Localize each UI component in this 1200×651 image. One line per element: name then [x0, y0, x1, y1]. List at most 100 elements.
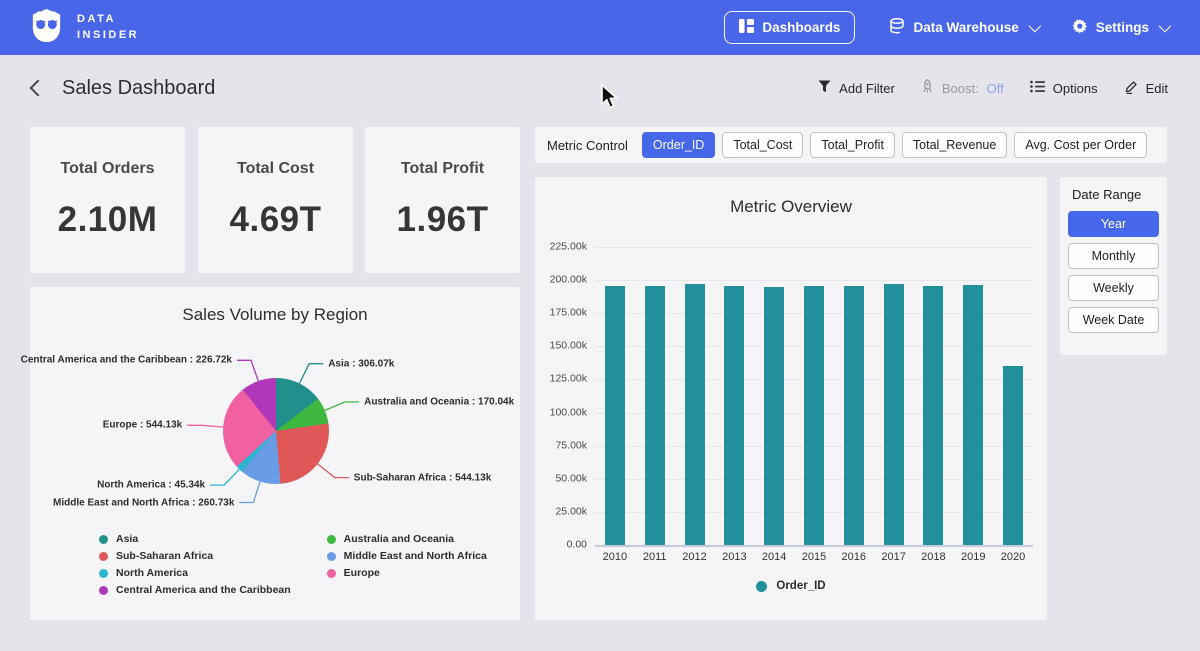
pie-slice-label-europe: Europe : 544.13k: [103, 420, 182, 431]
x-axis-tick: 2012: [675, 551, 715, 563]
bar-legend-dot: [756, 581, 767, 592]
metric-button-total-cost[interactable]: Total_Cost: [722, 132, 803, 158]
date-range-button-monthly[interactable]: Monthly: [1068, 243, 1159, 269]
legend-label: North America: [116, 567, 188, 579]
kpi-label: Total Cost: [237, 160, 314, 178]
y-axis-tick: 25.00k: [555, 505, 587, 517]
legend-dot: [327, 569, 336, 578]
nav-settings-label: Settings: [1096, 20, 1149, 35]
legend-item-north-america: North America: [99, 567, 291, 579]
owl-logo-icon: [28, 7, 65, 49]
bar-2011: [645, 286, 665, 545]
boost-value: Off: [987, 81, 1004, 96]
bar-chart-plot: 225.00k200.00k175.00k150.00k125.00k100.0…: [595, 247, 1033, 545]
y-axis-tick: 100.00k: [550, 406, 587, 418]
legend-item-europe: Europe: [327, 567, 487, 579]
legend-item-asia: Asia: [99, 533, 291, 545]
bar-slot: [874, 247, 914, 545]
chevron-down-icon: [1028, 20, 1041, 33]
bar-2015: [804, 286, 824, 545]
y-axis-tick: 0.00: [567, 538, 587, 550]
kpi-label: Total Profit: [401, 160, 484, 178]
bar-chart-bars: [595, 247, 1033, 545]
pie-slice-label-australia-and-oceania: Australia and Oceania : 170.04k: [364, 396, 514, 407]
x-axis-tick: 2011: [635, 551, 675, 563]
metric-button-total-revenue[interactable]: Total_Revenue: [902, 132, 1007, 158]
legend-dot: [327, 552, 336, 561]
options-button[interactable]: Options: [1030, 80, 1098, 96]
bar-2020: [1003, 366, 1023, 545]
database-icon: [889, 18, 905, 37]
y-axis-tick: 75.00k: [555, 439, 587, 451]
page-header: Sales Dashboard Add Filter Boost: Off: [0, 55, 1200, 121]
metric-control-label: Metric Control: [547, 138, 628, 153]
x-axis-tick: 2018: [914, 551, 954, 563]
filter-funnel-icon: [818, 80, 831, 96]
x-axis-tick: 2019: [953, 551, 993, 563]
date-range-button-weekly[interactable]: Weekly: [1068, 275, 1159, 301]
metric-button-total-profit[interactable]: Total_Profit: [810, 132, 895, 158]
pencil-icon: [1124, 80, 1138, 97]
bar-slot: [953, 247, 993, 545]
legend-label: Central America and the Caribbean: [116, 584, 291, 596]
back-button[interactable]: [30, 80, 47, 97]
top-navbar: DATA INSIDER Dashboards: [0, 0, 1200, 55]
nav-data-warehouse[interactable]: Data Warehouse: [889, 18, 1037, 37]
bar-2012: [685, 284, 705, 545]
legend-label: Middle East and North Africa: [344, 550, 487, 562]
x-axis-tick: 2016: [834, 551, 874, 563]
legend-label: Australia and Oceania: [344, 533, 454, 545]
x-axis-tick: 2017: [874, 551, 914, 563]
legend-label: Europe: [344, 567, 380, 579]
bar-slot: [635, 247, 675, 545]
date-range-button-year[interactable]: Year: [1068, 211, 1159, 237]
metric-control-bar: Metric Control Order_ID Total_Cost Total_P…: [535, 127, 1167, 163]
x-axis-tick: 2013: [714, 551, 754, 563]
bar-2014: [764, 287, 784, 545]
rocket-icon: [921, 79, 934, 97]
legend-dot: [99, 569, 108, 578]
bar-chart-legend: Order_ID: [535, 580, 1047, 592]
boost-label: Boost:: [942, 81, 979, 96]
date-range-button-week-date[interactable]: Week Date: [1068, 307, 1159, 333]
gear-icon: [1072, 18, 1088, 37]
nav-dashboards-label: Dashboards: [762, 20, 840, 35]
metric-button-avg-cost-per-order[interactable]: Avg. Cost per Order: [1014, 132, 1147, 158]
x-axis-tick: 2015: [794, 551, 834, 563]
add-filter-button[interactable]: Add Filter: [818, 80, 895, 96]
pie-slice-label-north-america: North America : 45.34k: [97, 480, 205, 491]
pie-legend: Asia Sub-Saharan Africa North America Centr…: [99, 533, 487, 596]
boost-toggle[interactable]: Boost: Off: [921, 79, 1004, 97]
pie-chart-card: Sales Volume by Region Asia : 306.07kAus…: [30, 287, 520, 620]
metric-button-order-id[interactable]: Order_ID: [642, 132, 715, 158]
bar-slot: [714, 247, 754, 545]
nav-settings[interactable]: Settings: [1072, 18, 1168, 37]
pie-legend-col-2: Australia and Oceania Middle East and Nor…: [327, 533, 487, 596]
edit-label: Edit: [1146, 81, 1168, 96]
page-title: Sales Dashboard: [62, 77, 215, 100]
chevron-down-icon: [1159, 20, 1172, 33]
kpi-value: 2.10M: [58, 200, 158, 240]
y-axis-tick: 225.00k: [550, 240, 587, 252]
metric-control-buttons: Order_ID Total_Cost Total_Profit Total_Reve…: [642, 132, 1154, 158]
sales-dashboard-page: DATA INSIDER Dashboards: [0, 0, 1200, 651]
bar-slot: [914, 247, 954, 545]
bar-chart-card: Metric Overview 225.00k200.00k175.00k150…: [535, 177, 1047, 620]
legend-dot: [99, 586, 108, 595]
nav-dashboards[interactable]: Dashboards: [724, 11, 855, 44]
bar-legend-label: Order_ID: [776, 580, 825, 592]
edit-button[interactable]: Edit: [1124, 80, 1168, 97]
bar-2017: [884, 284, 904, 545]
dashboards-grid-icon: [739, 19, 754, 36]
pie-slice-label-asia: Asia : 306.07k: [328, 358, 394, 369]
list-options-icon: [1030, 80, 1045, 96]
date-range-label: Date Range: [1072, 187, 1159, 202]
legend-item-sub-saharan-africa: Sub-Saharan Africa: [99, 550, 291, 562]
bar-slot: [595, 247, 635, 545]
y-axis-tick: 200.00k: [550, 274, 587, 286]
pie-slice-label-sub-saharan-africa: Sub-Saharan Africa : 544.13k: [354, 472, 491, 483]
bar-slot: [794, 247, 834, 545]
legend-item-central-america-and-the-caribbean: Central America and the Caribbean: [99, 584, 291, 596]
y-axis-tick: 150.00k: [550, 340, 587, 352]
brand-logo[interactable]: DATA INSIDER: [28, 7, 139, 49]
